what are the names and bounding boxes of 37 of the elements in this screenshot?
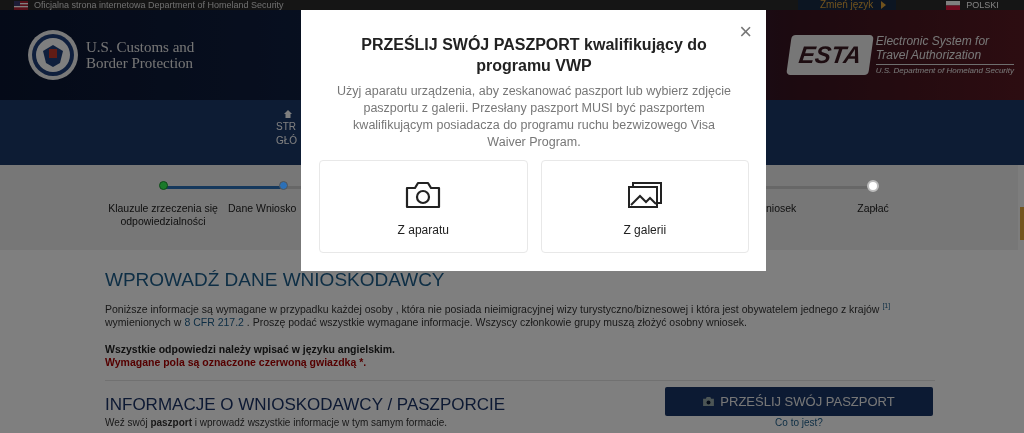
agency-name: U.S. Customs and <box>86 39 195 55</box>
gallery-icon <box>626 181 663 209</box>
camera-icon <box>703 396 715 406</box>
esta-logo: ESTA <box>786 35 875 75</box>
gallery-option[interactable]: Z galerii <box>540 160 749 253</box>
dialog-description: Użyj aparatu urządzenia, aby zeskanować paszport lub wybierz zdjęcie paszportu z galerii. Przesłany paszport MUSI być paszportem kwalifikującym posiadacza do programu ruchu bezwizowego Visa Waiver Program. <box>336 83 732 151</box>
dialog-title: PRZEŚLIJ SWÓJ PASZPORT kwalifikujący do programu VWP <box>360 34 708 76</box>
agency-name: Border Protection <box>86 55 195 71</box>
language-selector[interactable]: POLSKI <box>946 0 999 10</box>
side-tab[interactable] <box>1020 207 1024 240</box>
camera-option[interactable]: Z aparatu <box>319 160 528 253</box>
esta-tagline: Electronic System for <box>875 34 991 48</box>
section-heading: INFORMACJE O WNIOSKODAWCY / PASZPORCIE <box>105 394 507 415</box>
flag-icon <box>946 0 961 10</box>
close-button[interactable]: × <box>739 21 752 43</box>
flag-icon <box>14 0 28 10</box>
nav-item[interactable]: STR GŁÓ <box>276 110 298 148</box>
required-note: Wymagane pola są oznaczone czerwoną gwiazdką *. <box>105 355 368 369</box>
step-label[interactable]: Zapłać <box>857 202 889 215</box>
change-language-link[interactable]: Zmień język <box>798 0 897 10</box>
step-label[interactable]: niosek <box>766 202 797 215</box>
page-heading: WPROWADŹ DANE WNIOSKODAWCY <box>105 269 446 291</box>
esta-tagline: Travel Authorization <box>875 48 983 62</box>
home-icon <box>284 110 292 118</box>
section-text: Weź swój paszport i wprowadź wszystkie informacje w tym samym formacie. <box>105 416 449 428</box>
upload-passport-button[interactable]: PRZEŚLIJ SWÓJ PASZPORT <box>665 386 933 416</box>
arrow-icon <box>881 1 887 9</box>
intro-paragraph: Poniższe informacje są wymagane w przypadku każdej osoby , która nie posiada nieimigracyjnej wizy turystyczno/biznesowej i która jest obywatelem jednego z krajów $^{[1]}$ wymienionych w 8 CFR 217.2 . Proszę podać wszystkie wymagane informacje. Wszyscy członkowie grupy muszą złożyć osobny wniosek. <box>105 301 892 329</box>
help-link[interactable]: Co to jest? <box>775 416 823 428</box>
english-note: Wszystkie odpowiedzi należy wpisać w języku angielskim. <box>105 342 396 356</box>
step-label[interactable]: Dane Wniosko <box>228 202 297 215</box>
seal-logo <box>27 29 79 81</box>
official-notice: Oficjalna strona internetowa Department of Homeland Security <box>34 0 285 10</box>
camera-icon <box>405 181 442 209</box>
regulation-link[interactable]: 8 CFR 217.2 <box>184 315 244 328</box>
esta-department: U.S. Department of Homeland Security <box>875 64 1014 76</box>
step-label[interactable]: Klauzule zrzeczenia się odpowiedzialności <box>98 202 228 228</box>
